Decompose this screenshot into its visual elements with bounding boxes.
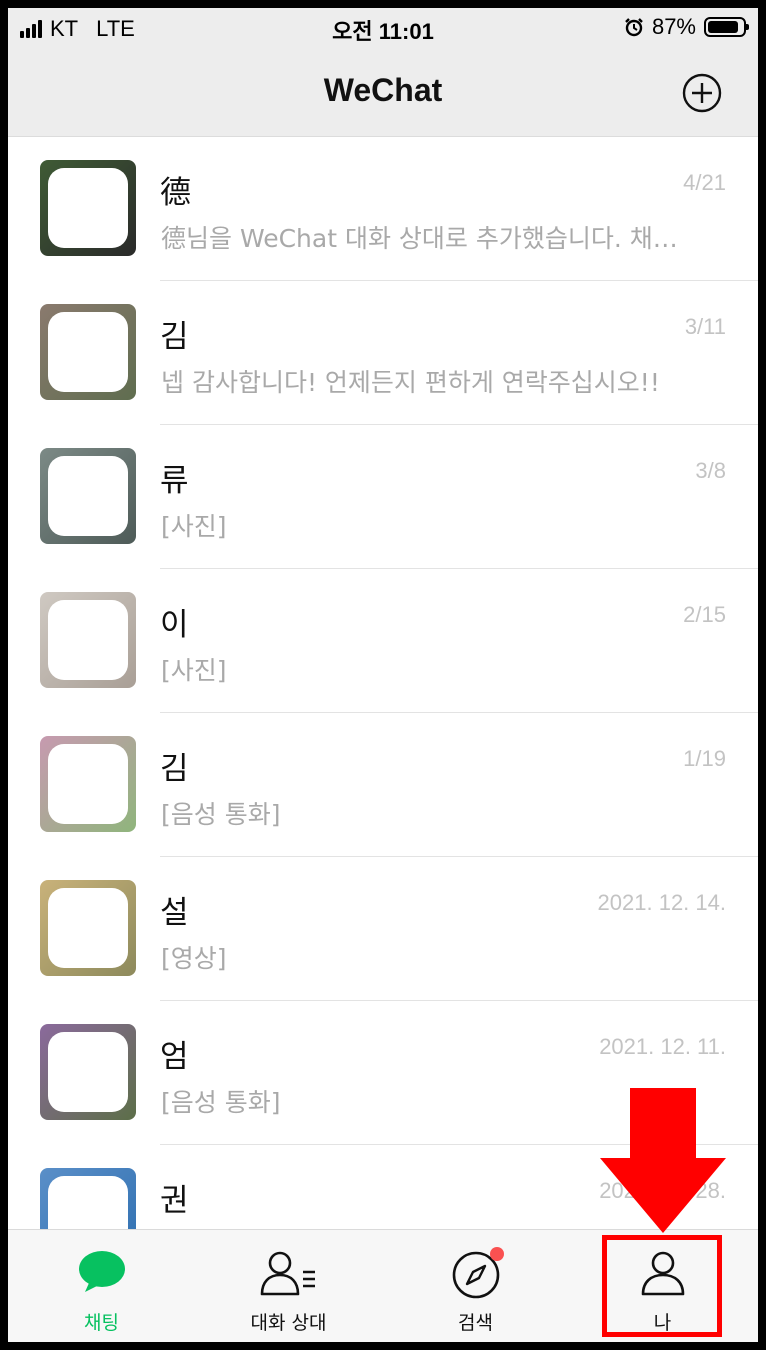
chat-preview: [영상] <box>161 944 227 973</box>
chat-name: 이 <box>160 607 189 643</box>
notification-dot <box>490 1247 504 1261</box>
battery-icon <box>704 17 749 37</box>
phone-screen: KT LTE 오전 11:01 87% WeChat 德 德님을 WeChat … <box>8 8 758 1342</box>
chat-row[interactable]: 德 德님을 WeChat 대화 상대로 추가했습니다. 채… 4/21 <box>8 137 758 281</box>
chat-time: 4/21 <box>683 170 726 195</box>
avatar <box>40 736 136 832</box>
chat-preview: 德님을 WeChat 대화 상대로 추가했습니다. 채… <box>161 224 678 253</box>
chat-row[interactable]: 설 [영상] 2021. 12. 14. <box>8 857 758 1001</box>
chat-row[interactable]: 김 [음성 통화] 1/19 <box>8 713 758 857</box>
avatar <box>40 880 136 976</box>
page-title: WeChat <box>323 72 443 108</box>
chat-time: 2021. 12. 11. <box>599 1034 726 1059</box>
chat-preview: [사진] <box>161 656 227 685</box>
avatar <box>40 304 136 400</box>
chat-time: 2/15 <box>683 602 726 627</box>
chat-list: 德 德님을 WeChat 대화 상대로 추가했습니다. 채… 4/21 김 넵 … <box>8 137 758 1229</box>
chat-row[interactable]: 류 [사진] 3/8 <box>8 425 758 569</box>
avatar <box>40 1168 136 1229</box>
alarm-icon <box>625 18 643 37</box>
battery-percent: 87% <box>651 14 696 39</box>
highlight-box <box>602 1235 722 1337</box>
tab-discover[interactable]: 검색 <box>382 1230 569 1342</box>
chat-name: 德 <box>160 175 191 211</box>
nav-bar: WeChat <box>8 48 758 137</box>
avatar <box>40 160 136 256</box>
chat-time: 3/8 <box>695 458 726 483</box>
chat-row[interactable]: 이 [사진] 2/15 <box>8 569 758 713</box>
plus-circle-icon[interactable] <box>682 73 722 113</box>
chat-name: 류 <box>160 463 189 499</box>
avatar <box>40 1024 136 1120</box>
tab-label-contacts: 대화 상대 <box>250 1312 327 1334</box>
red-arrow-annotation <box>600 1088 726 1233</box>
tab-label-discover: 검색 <box>458 1312 493 1334</box>
chat-name: 김 <box>160 751 189 787</box>
tab-chats[interactable]: 채팅 <box>8 1230 195 1342</box>
chat-name: 설 <box>160 895 189 931</box>
avatar <box>40 592 136 688</box>
tab-label-chats: 채팅 <box>84 1312 119 1334</box>
status-bar: KT LTE 오전 11:01 87% <box>8 8 758 48</box>
chat-bubble-icon <box>78 1251 125 1292</box>
chat-row[interactable]: 김 넵 감사합니다! 언제든지 편하게 연락주십시오!! 3/11 <box>8 281 758 425</box>
chat-time: 2021. 12. 14. <box>597 890 726 915</box>
chat-name: 엄 <box>160 1039 189 1075</box>
chat-name: 권 <box>160 1183 189 1219</box>
chat-preview: [음성 통화] <box>161 800 281 829</box>
chat-preview: 넵 감사합니다! 언제든지 편하게 연락주십시오!! <box>161 368 660 397</box>
chat-time: 1/19 <box>683 746 726 771</box>
chat-name: 김 <box>160 319 189 355</box>
contacts-icon <box>260 1251 315 1296</box>
tab-contacts[interactable]: 대화 상대 <box>195 1230 382 1342</box>
chat-time: 3/11 <box>684 314 726 339</box>
avatar <box>40 448 136 544</box>
chat-preview: [사진] <box>161 512 227 541</box>
